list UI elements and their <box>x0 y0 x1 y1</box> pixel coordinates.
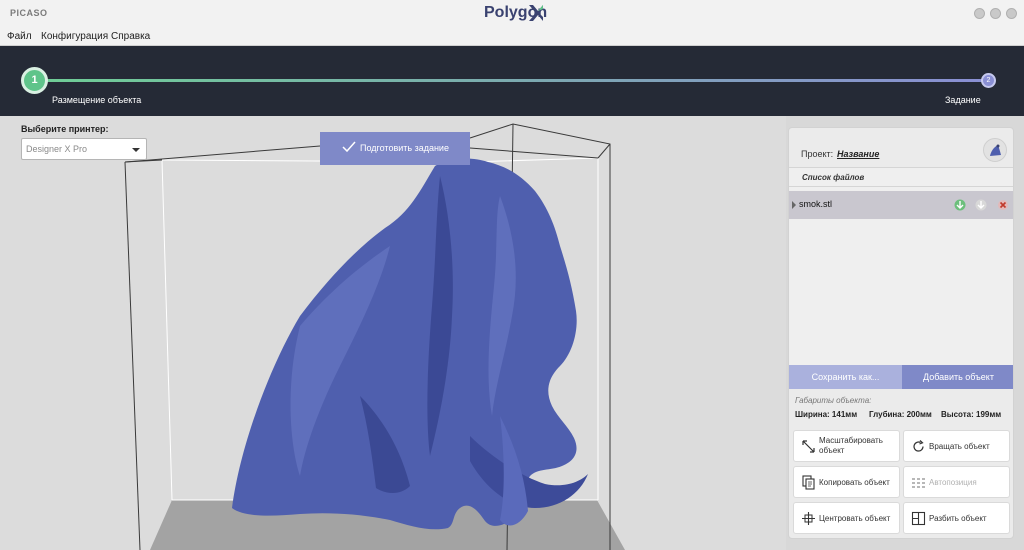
center-object-button[interactable]: Центровать объект <box>793 502 900 534</box>
polygon-x-logo-icon <box>529 5 543 21</box>
delete-icon[interactable] <box>997 198 1009 212</box>
step-1-circle[interactable]: 1 <box>21 67 48 94</box>
checkmark-icon <box>342 141 356 153</box>
dimension-depth: Глубина: 200мм <box>869 410 932 419</box>
dimension-height: Высота: 199мм <box>941 410 1002 419</box>
copy-icon <box>802 475 815 490</box>
file-list: smok.stl <box>789 187 1013 365</box>
copy-object-button[interactable]: Копировать объект <box>793 466 900 498</box>
close-button[interactable] <box>1006 8 1017 19</box>
build-volume-scene <box>124 123 625 550</box>
grid-dots-icon <box>912 478 925 488</box>
project-settings-button[interactable] <box>983 138 1007 162</box>
printer-select-value: Designer X Pro <box>26 144 88 154</box>
step-2-label: Задание <box>945 95 981 105</box>
maximize-button[interactable] <box>990 8 1001 19</box>
project-panel: Проект: Название Список файлов smok.stl <box>788 127 1014 539</box>
download-icon[interactable] <box>954 198 966 212</box>
minimize-button[interactable] <box>974 8 985 19</box>
visibility-icon[interactable] <box>975 198 987 212</box>
file-row[interactable]: smok.stl <box>789 191 1013 219</box>
prepare-job-label: Подготовить задание <box>360 143 449 153</box>
step-2-circle[interactable]: 2 <box>981 73 996 88</box>
step-1-label: Размещение объекта <box>52 95 142 105</box>
scale-object-label: Масштабировать объект <box>819 436 883 455</box>
menu-configuration[interactable]: Конфигурация <box>41 31 108 42</box>
project-name-link[interactable]: Название <box>837 149 879 159</box>
dragon-icon <box>990 144 1001 156</box>
scale-icon <box>802 440 815 453</box>
save-as-button[interactable]: Сохранить как... <box>789 365 902 389</box>
printer-select[interactable]: Designer X Pro <box>21 138 147 160</box>
file-list-title: Список файлов <box>802 173 865 182</box>
copy-object-label: Копировать объект <box>819 478 890 487</box>
menu-help[interactable]: Справка <box>111 31 150 42</box>
menu-file[interactable]: Файл <box>7 31 32 42</box>
progress-stepper: 1 2 Размещение объекта Задание <box>0 46 1024 116</box>
rotate-object-label: Вращать объект <box>929 442 990 451</box>
rotate-icon <box>913 440 924 452</box>
expand-arrow-icon[interactable] <box>792 201 796 209</box>
rotate-object-button[interactable]: Вращать объект <box>903 430 1010 462</box>
stepper-progress-line <box>35 79 988 82</box>
split-object-button[interactable]: Разбить объект <box>903 502 1010 534</box>
crosshair-icon <box>802 512 815 525</box>
split-object-label: Разбить объект <box>929 514 987 523</box>
title-bar: PICASO Polygon <box>0 0 1024 28</box>
project-label: Проект: <box>801 149 834 159</box>
brand-logo: PICASO <box>10 8 48 18</box>
scale-object-button[interactable]: Масштабировать объект <box>793 430 900 462</box>
split-icon <box>911 511 926 526</box>
3d-viewport[interactable]: Выберите принтер: Designer X Pro Подгото… <box>0 116 786 550</box>
add-object-button[interactable]: Добавить объект <box>902 365 1013 389</box>
model-smok[interactable] <box>232 158 588 530</box>
printer-label: Выберите принтер: <box>21 124 109 134</box>
chevron-down-icon <box>132 148 140 152</box>
autoposition-button[interactable]: Автопозиция <box>903 466 1010 498</box>
dimension-width: Ширина: 141мм <box>795 410 858 419</box>
file-list-header: Список файлов <box>789 167 1013 187</box>
file-name: smok.stl <box>799 199 833 209</box>
menu-bar: Файл Конфигурация Справка <box>0 28 1024 46</box>
autoposition-label: Автопозиция <box>929 478 977 487</box>
dimensions-title: Габариты объекта: <box>795 396 872 405</box>
center-object-label: Центровать объект <box>819 514 891 523</box>
prepare-job-button[interactable]: Подготовить задание <box>320 132 470 165</box>
